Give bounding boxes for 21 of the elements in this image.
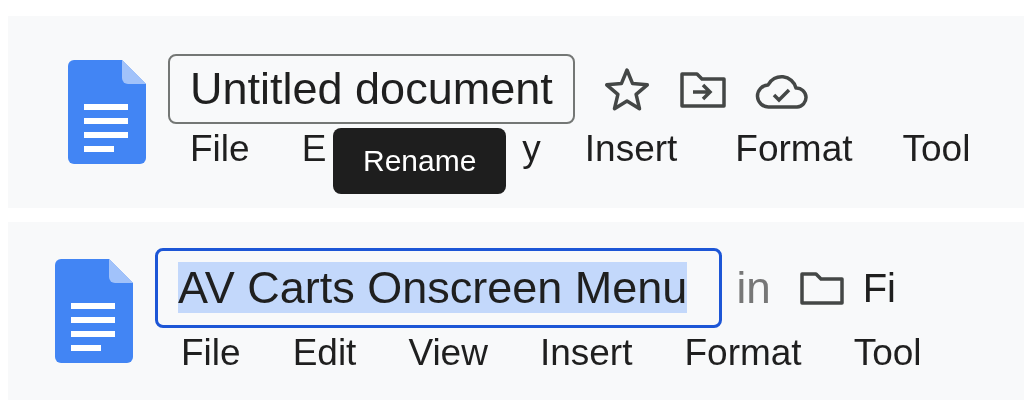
menu-item[interactable]: Tool <box>902 128 971 169</box>
location-label: in <box>736 263 771 313</box>
menu-item[interactable]: Format <box>684 332 802 373</box>
menu-item[interactable]: y <box>522 128 541 169</box>
menu-item[interactable]: Tool <box>853 332 922 373</box>
menu-item[interactable]: Insert <box>584 128 678 169</box>
menu-item[interactable]: File <box>181 332 241 373</box>
menu-item[interactable]: Edit <box>292 332 357 373</box>
tooltip: Rename <box>333 128 507 194</box>
menu-item[interactable]: Format <box>735 128 853 169</box>
menu-item[interactable]: View <box>408 332 488 373</box>
title-field[interactable]: Untitled document <box>168 54 575 124</box>
docs-icon[interactable] <box>55 259 133 363</box>
title-field[interactable]: AV Carts Onscreen Menu <box>155 248 723 328</box>
star-icon[interactable] <box>602 66 651 112</box>
menu-item[interactable]: E <box>301 128 327 169</box>
docs-icon[interactable] <box>68 60 146 164</box>
folder-name[interactable]: Fi <box>862 265 896 311</box>
menu-item[interactable]: Insert <box>539 332 633 373</box>
menu-item[interactable]: File <box>190 128 250 169</box>
folder-icon[interactable] <box>798 270 845 306</box>
